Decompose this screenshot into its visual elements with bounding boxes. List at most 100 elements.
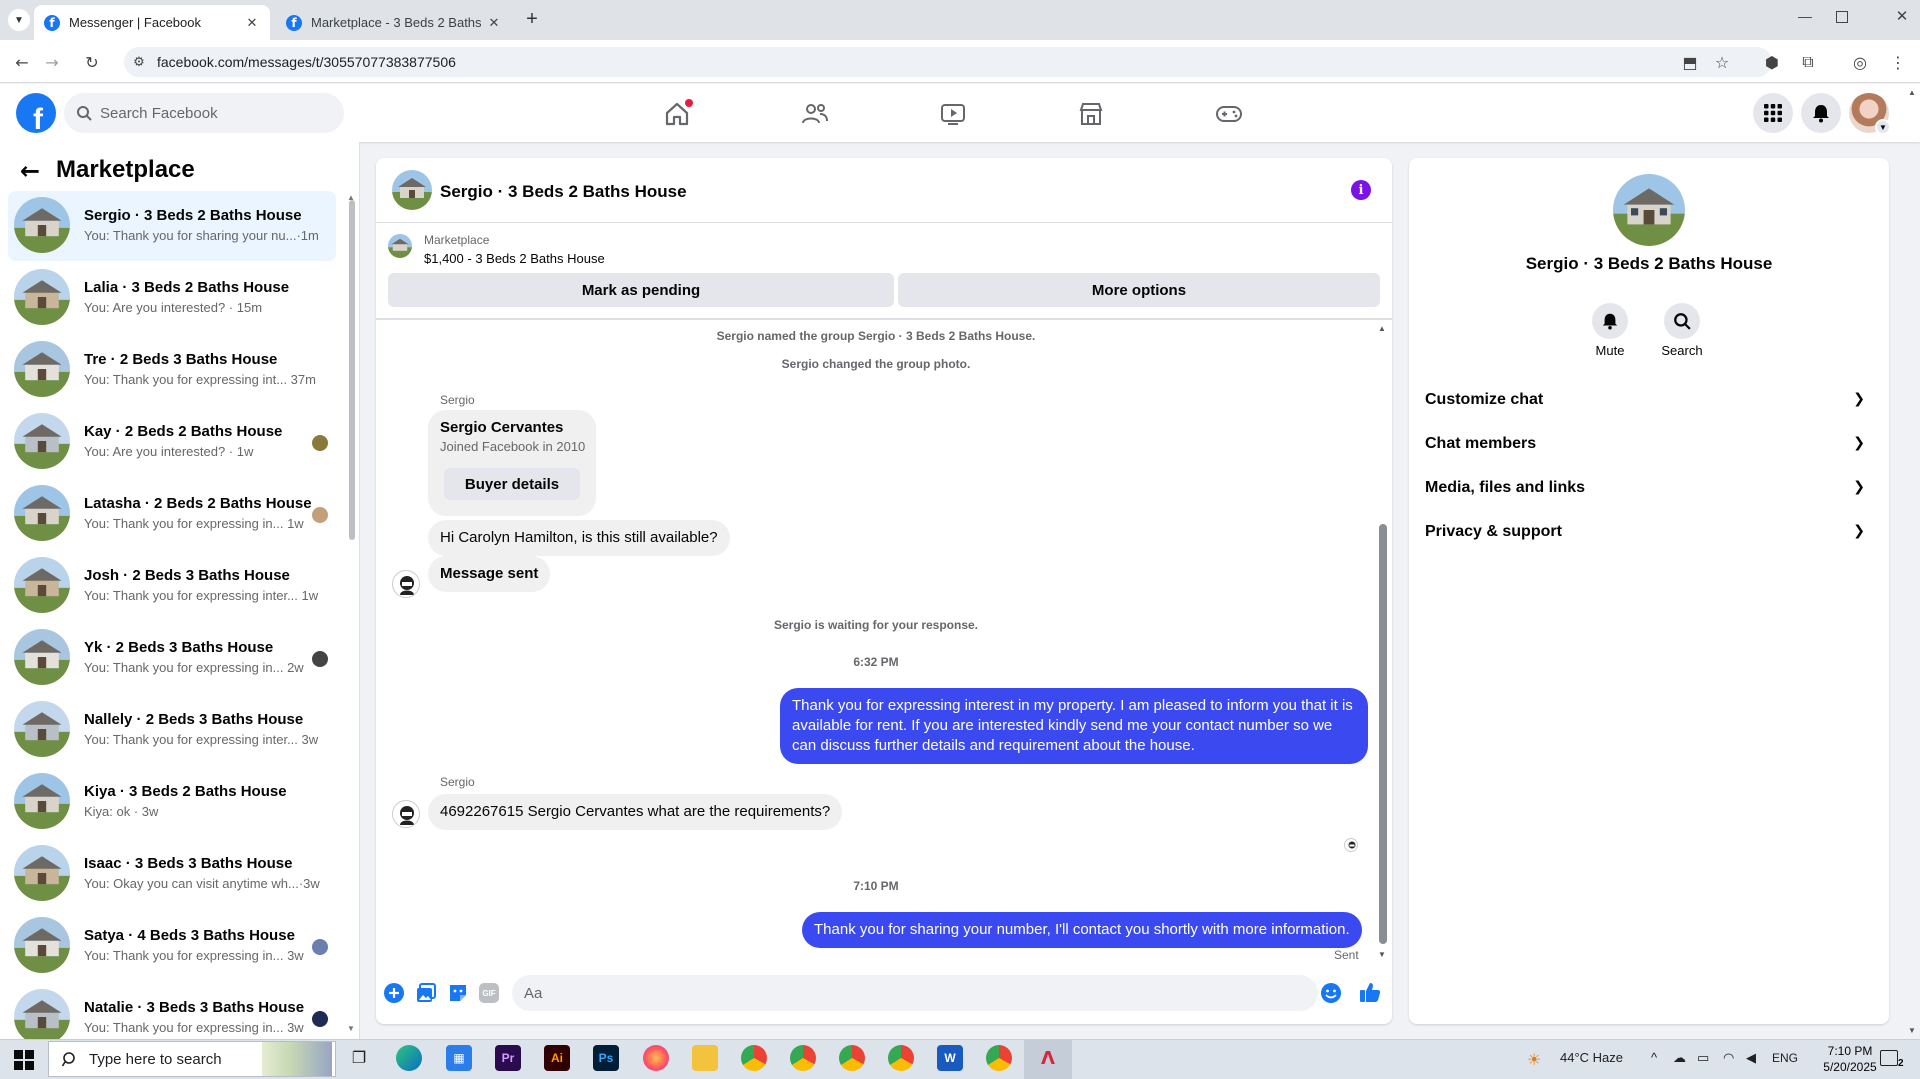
customize-chat-section[interactable]: Customize chat ❯ (1425, 380, 1873, 420)
message-composer-input[interactable]: Aa (512, 975, 1318, 1011)
photoshop-icon[interactable]: Ps (593, 1045, 619, 1071)
wifi-icon[interactable]: ◠ (1723, 1050, 1734, 1066)
reload-icon[interactable]: ↻ (80, 50, 104, 74)
conversation-item[interactable]: Yk · 2 Beds 3 Baths House You: Thank you … (8, 623, 336, 693)
file-explorer-icon[interactable] (692, 1045, 718, 1071)
chrome-icon[interactable] (986, 1045, 1012, 1071)
incoming-message[interactable]: Hi Carolyn Hamilton, is this still avail… (428, 520, 730, 556)
listing-title[interactable]: $1,400 - 3 Beds 2 Baths House (424, 251, 605, 266)
restore-window-icon[interactable] (1836, 11, 1848, 23)
chrome-icon[interactable] (888, 1045, 914, 1071)
account-dropdown-icon[interactable]: ▼ (1875, 119, 1891, 135)
scroll-down-arrow-icon[interactable]: ▼ (347, 1024, 355, 1033)
messages-scroll-up-icon[interactable]: ▲ (1378, 324, 1386, 333)
extension-icon[interactable]: ⬢ (1760, 50, 1784, 74)
plus-icon[interactable] (383, 982, 405, 1004)
friends-icon[interactable] (801, 100, 829, 128)
privacy-support-section[interactable]: Privacy & support ❯ (1425, 512, 1873, 552)
page-scroll-up-icon[interactable]: ▲ (1908, 88, 1916, 97)
language-indicator[interactable]: ENG (1772, 1051, 1798, 1065)
site-info-icon[interactable]: ⚙ (127, 50, 151, 74)
outgoing-message[interactable]: Thank you for expressing interest in my … (780, 688, 1368, 764)
profile-icon[interactable]: ◎ (1848, 50, 1872, 74)
info-icon[interactable]: i (1351, 180, 1371, 200)
conversation-item[interactable]: Josh · 2 Beds 3 Baths House You: Thank yo… (8, 551, 336, 621)
video-icon[interactable] (939, 100, 967, 128)
chat-members-section[interactable]: Chat members ❯ (1425, 424, 1873, 464)
chat-list-scrollbar[interactable] (349, 200, 355, 540)
conversation-item[interactable]: Nallely · 2 Beds 3 Baths House You: Thank… (8, 695, 336, 765)
onedrive-icon[interactable]: ☁ (1673, 1050, 1686, 1066)
gaming-icon[interactable] (1215, 100, 1243, 128)
conversation-item[interactable]: Isaac · 3 Beds 3 Baths House You: Okay yo… (8, 839, 336, 909)
tab-list-dropdown[interactable]: ▼ (8, 9, 30, 31)
notification-center-icon[interactable] (1880, 1050, 1898, 1066)
messages-scrollbar[interactable] (1379, 524, 1387, 944)
conversation-item[interactable]: Sergio · 3 Beds 2 Baths House You: Thank … (8, 191, 336, 261)
install-app-icon[interactable]: ⬒ (1678, 50, 1702, 74)
chat-title[interactable]: Sergio · 3 Beds 2 Baths House (440, 182, 687, 202)
premiere-icon[interactable]: Pr (495, 1045, 521, 1071)
incoming-message[interactable]: 4692267615 Sergio Cervantes what are the… (428, 794, 843, 830)
sender-avatar[interactable] (392, 800, 420, 828)
mark-as-pending-button[interactable]: Mark as pending (388, 273, 894, 307)
more-options-button[interactable]: More options (898, 273, 1380, 307)
weather-text[interactable]: 44°C Haze (1560, 1050, 1623, 1065)
windows-start-icon[interactable] (14, 1050, 34, 1070)
show-hidden-icons[interactable]: ^ (1651, 1050, 1657, 1065)
outgoing-message[interactable]: Thank you for sharing your number, I'll … (802, 912, 1362, 948)
page-scroll-down-icon[interactable]: ▼ (1908, 1026, 1916, 1035)
store-icon[interactable]: ▦ (446, 1045, 472, 1071)
weather-icon[interactable]: ☀ (1527, 1050, 1541, 1070)
photo-icon[interactable] (415, 982, 437, 1004)
display-icon[interactable]: ▭ (1697, 1050, 1709, 1066)
close-tab-icon[interactable]: ✕ (486, 15, 502, 31)
gif-icon[interactable]: GIF (479, 983, 499, 1003)
conversation-item[interactable]: Lalia · 3 Beds 2 Baths House You: Are you… (8, 263, 336, 333)
chrome-icon[interactable] (839, 1045, 865, 1071)
close-tab-icon[interactable]: ✕ (244, 15, 260, 31)
minimize-window-icon[interactable]: — (1790, 8, 1820, 30)
sender-avatar[interactable] (392, 570, 420, 598)
messages-scroll-down-icon[interactable]: ▼ (1378, 950, 1386, 959)
bookmark-star-icon[interactable]: ☆ (1710, 50, 1734, 74)
thumbs-up-icon[interactable] (1358, 980, 1382, 1004)
chrome-icon[interactable] (790, 1045, 816, 1071)
conversation-item[interactable]: Latasha · 2 Beds 2 Baths House You: Thank… (8, 479, 336, 549)
browser-menu-icon[interactable]: ⋮ (1886, 50, 1910, 74)
back-icon[interactable]: ← (10, 50, 34, 74)
remote-app-icon[interactable]: ᐱ (1035, 1045, 1061, 1071)
incoming-message[interactable]: Message sent (428, 556, 551, 592)
search-chat-button[interactable] (1664, 303, 1700, 339)
buyer-details-button[interactable]: Buyer details (444, 468, 580, 500)
menu-grid-button[interactable] (1753, 93, 1793, 133)
conversation-item[interactable]: Kiya · 3 Beds 2 Baths House Kiya: ok · 3w (8, 767, 336, 837)
conversation-item[interactable]: Kay · 2 Beds 2 Baths House You: Are you i… (8, 407, 336, 477)
chrome-icon[interactable] (741, 1045, 767, 1071)
scroll-up-arrow-icon[interactable]: ▲ (347, 193, 355, 202)
edge-icon[interactable] (396, 1045, 422, 1071)
facebook-logo[interactable]: f (16, 93, 56, 133)
group-photo[interactable] (1613, 174, 1685, 246)
notifications-button[interactable] (1801, 93, 1841, 133)
emoji-icon[interactable] (1320, 982, 1342, 1004)
sticker-icon[interactable] (447, 982, 469, 1004)
chat-avatar[interactable] (392, 170, 432, 210)
tab-marketplace[interactable]: f Marketplace - 3 Beds 2 Baths H ✕ (276, 5, 512, 40)
forward-icon[interactable]: → (40, 50, 64, 74)
tab-messenger[interactable]: f Messenger | Facebook ✕ (34, 5, 270, 40)
facebook-search-input[interactable]: Search Facebook (64, 93, 344, 133)
mute-button[interactable] (1592, 303, 1628, 339)
clock[interactable]: 7:10 PM 5/20/2025 (1810, 1043, 1890, 1075)
listing-thumbnail[interactable] (388, 234, 412, 258)
firefox-icon[interactable] (643, 1045, 669, 1071)
new-tab-button[interactable]: + (520, 8, 544, 32)
extensions-puzzle-icon[interactable]: ⧉ (1796, 50, 1820, 74)
task-view-icon[interactable]: ❐ (346, 1045, 372, 1071)
word-icon[interactable]: W (937, 1045, 963, 1071)
marketplace-icon[interactable] (1077, 100, 1105, 128)
back-arrow-icon[interactable]: ← (20, 157, 40, 185)
conversation-item[interactable]: Tre · 2 Beds 3 Baths House You: Thank you… (8, 335, 336, 405)
media-files-links-section[interactable]: Media, files and links ❯ (1425, 468, 1873, 508)
illustrator-icon[interactable]: Ai (544, 1045, 570, 1071)
